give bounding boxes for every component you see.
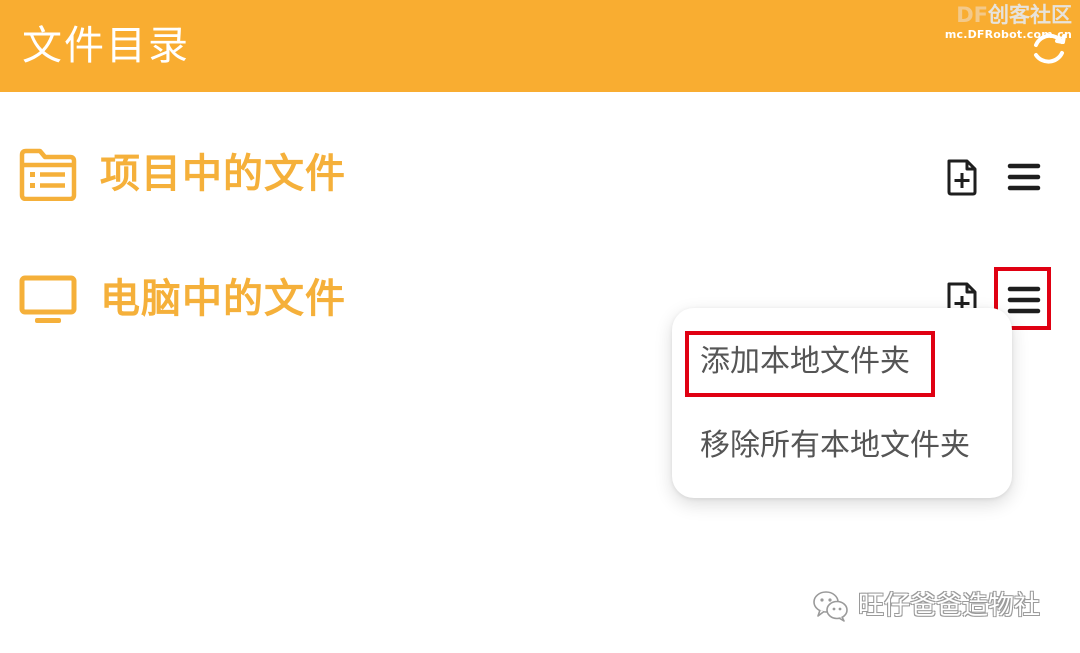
- menu-item-highlight: [685, 331, 935, 397]
- wechat-icon: [812, 589, 850, 623]
- folder-list-icon: [18, 147, 78, 202]
- section-label-project-files: 项目中的文件: [100, 151, 346, 197]
- watermark-author: 旺仔爸爸造物社: [858, 591, 1041, 621]
- menu-icon[interactable]: [1004, 157, 1044, 197]
- watermark-logo: DF创客社区: [945, 2, 1072, 28]
- page-title: 文件目录: [22, 23, 190, 69]
- section-project-files[interactable]: 项目中的文件: [0, 135, 1080, 215]
- watermark-logo-text: 创客社区: [988, 3, 1072, 27]
- add-file-icon[interactable]: [942, 157, 982, 197]
- monitor-icon: [18, 272, 78, 326]
- watermark-logo-prefix: DF: [956, 3, 988, 27]
- refresh-icon[interactable]: [1028, 28, 1070, 70]
- menu-item-remove-all-local-folders[interactable]: 移除所有本地文件夹: [700, 426, 970, 466]
- section-label-computer-files: 电脑中的文件: [100, 276, 346, 322]
- app-header: 文件目录 DF创客社区 mc.DFRobot.com.cn: [0, 0, 1080, 92]
